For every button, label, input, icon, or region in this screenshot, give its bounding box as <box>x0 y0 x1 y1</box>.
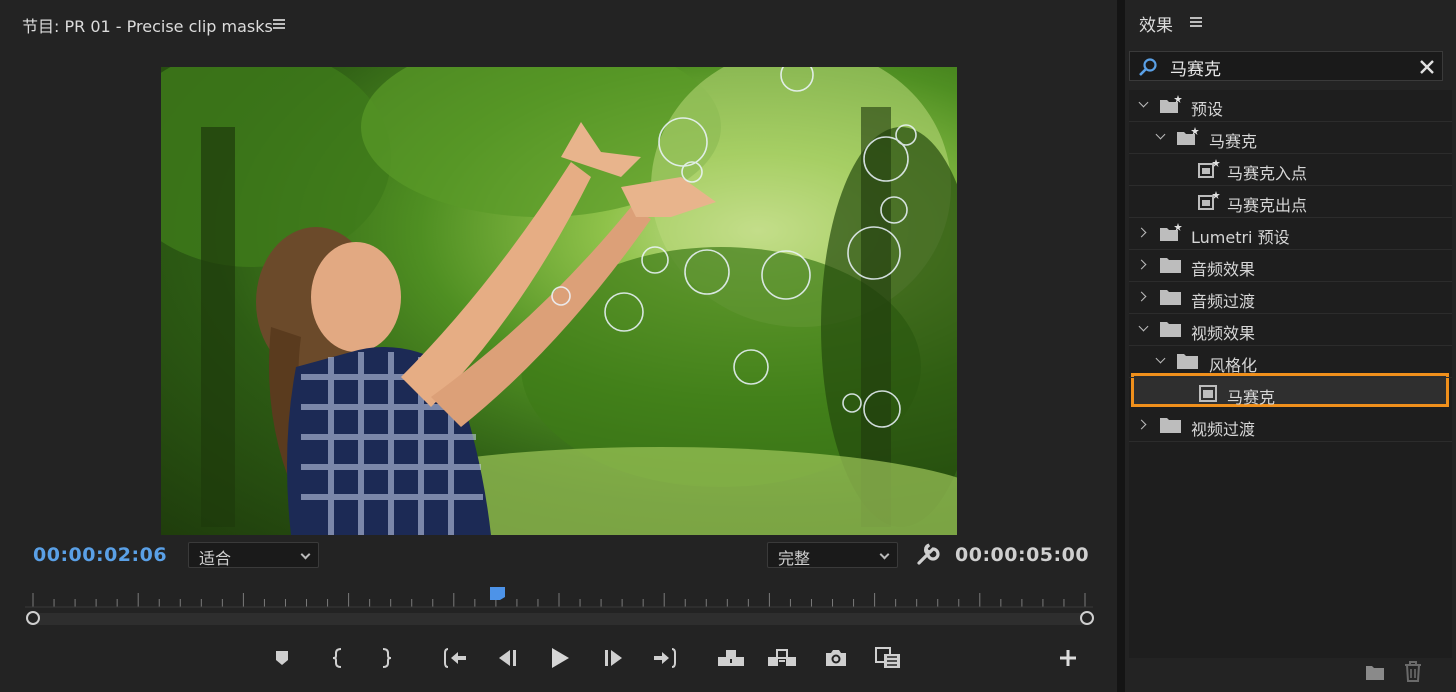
playback-resolution-value: 完整 <box>778 549 811 568</box>
zoom-fit-dropdown[interactable]: 适合 <box>188 542 319 568</box>
video-preview[interactable] <box>161 67 957 535</box>
panel-menu-icon[interactable] <box>1190 17 1202 27</box>
panel-divider[interactable] <box>1117 0 1125 692</box>
camera-icon[interactable] <box>819 640 853 676</box>
play-icon[interactable] <box>543 640 577 676</box>
step-back-icon[interactable] <box>490 640 524 676</box>
chevron-right-icon[interactable] <box>1136 259 1147 270</box>
effects-panel-title[interactable]: 效果 <box>1139 11 1173 36</box>
playhead-icon[interactable] <box>490 587 507 603</box>
scrollbar-left-handle[interactable] <box>26 611 40 625</box>
panel-menu-icon[interactable] <box>273 19 285 29</box>
tree-item-label: 马赛克入点 <box>1227 164 1308 183</box>
mark-in-icon[interactable] <box>321 640 355 676</box>
preset-folder-icon <box>1159 95 1183 115</box>
monitor-title[interactable]: 节目: PR 01 - Precise clip masks <box>22 13 273 37</box>
chevron-down-icon[interactable] <box>1155 353 1166 364</box>
chevron-down-icon[interactable] <box>1155 129 1166 140</box>
tree-item-label: 音频效果 <box>1191 260 1256 279</box>
folder-icon <box>1159 415 1183 435</box>
folder-icon <box>1159 319 1183 339</box>
tree-item-label: 风格化 <box>1209 356 1258 375</box>
tree-item-mosaic-in[interactable]: 马赛克入点 <box>1129 154 1452 186</box>
time-ruler[interactable] <box>25 585 1093 611</box>
tree-item-lumetri-presets[interactable]: Lumetri 预设 <box>1129 218 1452 250</box>
go-to-out-icon[interactable] <box>648 640 682 676</box>
effects-tree: 预设 马赛克 马赛克入点 马赛克出点 Lumetri 预设 音频效果 音频过渡 … <box>1129 90 1452 658</box>
lift-icon[interactable] <box>714 640 748 676</box>
preset-effect-icon <box>1197 191 1221 211</box>
chevron-down-icon <box>879 549 890 560</box>
step-forward-icon[interactable] <box>597 640 631 676</box>
close-icon[interactable] <box>1418 58 1436 76</box>
tree-item-video-transitions[interactable]: 视频过渡 <box>1129 410 1452 442</box>
marker-icon[interactable] <box>265 640 299 676</box>
tree-item-label: 马赛克 <box>1209 132 1258 151</box>
tree-item-video-effects[interactable]: 视频效果 <box>1129 314 1452 346</box>
tree-item-mosaic-effect[interactable]: 马赛克 <box>1129 378 1452 410</box>
scrollbar-right-handle[interactable] <box>1080 611 1094 625</box>
tree-item-audio-effects[interactable]: 音频效果 <box>1129 250 1452 282</box>
zoom-scrollbar[interactable] <box>33 613 1087 625</box>
chevron-down-icon <box>300 549 311 560</box>
effect-icon <box>1197 383 1221 403</box>
trash-icon[interactable] <box>1404 661 1422 682</box>
chevron-right-icon[interactable] <box>1136 291 1147 302</box>
duration-timecode: 00:00:05:00 <box>955 544 1090 566</box>
chevron-right-icon[interactable] <box>1136 419 1147 430</box>
wrench-icon[interactable] <box>914 542 940 568</box>
preset-effect-icon <box>1197 159 1221 179</box>
playback-resolution-dropdown[interactable]: 完整 <box>767 542 898 568</box>
tree-item-presets[interactable]: 预设 <box>1129 90 1452 122</box>
go-to-in-icon[interactable] <box>438 640 472 676</box>
add-button-icon[interactable] <box>1051 640 1085 676</box>
folder-icon <box>1159 255 1183 275</box>
tree-item-label: 预设 <box>1191 100 1224 119</box>
tree-item-label: 音频过渡 <box>1191 292 1256 311</box>
chevron-down-icon[interactable] <box>1138 97 1149 108</box>
folder-icon <box>1159 287 1183 307</box>
video-frame-image <box>161 67 957 535</box>
tree-item-label: Lumetri 预设 <box>1191 228 1290 247</box>
new-bin-icon[interactable] <box>1365 663 1385 681</box>
effects-panel: 效果 预设 马赛克 马赛克入点 马赛克出点 <box>1125 0 1456 692</box>
tree-item-label: 视频效果 <box>1191 324 1256 343</box>
chevron-right-icon[interactable] <box>1136 227 1147 238</box>
tree-item-audio-transitions[interactable]: 音频过渡 <box>1129 282 1452 314</box>
tree-item-label: 马赛克 <box>1227 388 1276 407</box>
current-timecode[interactable]: 00:00:02:06 <box>33 544 167 566</box>
effects-search-box[interactable] <box>1129 51 1443 81</box>
transport-controls <box>0 640 1117 676</box>
preset-folder-icon <box>1159 223 1183 243</box>
tree-item-label: 马赛克出点 <box>1227 196 1308 215</box>
tree-item-mosaic-preset[interactable]: 马赛克 <box>1129 122 1452 154</box>
folder-icon <box>1176 351 1200 371</box>
extract-icon[interactable] <box>765 640 799 676</box>
monitor-header: 节目: PR 01 - Precise clip masks <box>0 0 1117 48</box>
program-monitor-panel: 节目: PR 01 - Precise clip masks 00:00:02:… <box>0 0 1117 692</box>
effects-search-input[interactable] <box>1170 56 1400 78</box>
comparison-view-icon[interactable] <box>872 640 906 676</box>
preset-folder-icon <box>1176 127 1200 147</box>
chevron-down-icon[interactable] <box>1138 321 1149 332</box>
tree-item-stylize[interactable]: 风格化 <box>1129 346 1452 378</box>
tree-item-mosaic-out[interactable]: 马赛克出点 <box>1129 186 1452 218</box>
tree-item-label: 视频过渡 <box>1191 420 1256 439</box>
zoom-fit-value: 适合 <box>199 549 232 568</box>
search-icon <box>1138 57 1158 77</box>
mark-out-icon[interactable] <box>369 640 403 676</box>
